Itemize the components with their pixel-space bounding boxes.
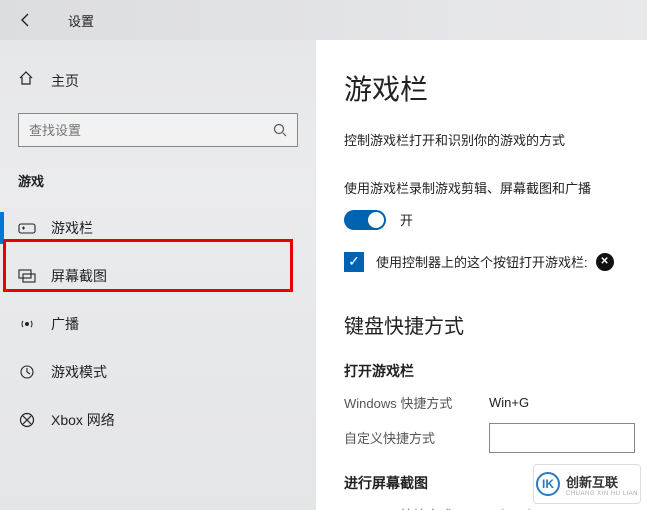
sidebar: 主页 游戏 游戏栏 屏幕截图 [0, 40, 316, 510]
sidebar-item-label: 游戏栏 [51, 218, 93, 238]
page-description: 控制游戏栏打开和识别你的游戏的方式 [344, 130, 647, 149]
shortcut-group-open: 打开游戏栏 Windows 快捷方式 Win+G 自定义快捷方式 [344, 361, 647, 453]
shortcuts-title: 键盘快捷方式 [344, 310, 647, 339]
sidebar-item-label: 广播 [51, 314, 79, 334]
shortcut-custom-input[interactable] [489, 423, 635, 453]
checkbox-label: 使用控制器上的这个按钮打开游戏栏: [376, 252, 614, 271]
back-button[interactable] [16, 10, 36, 30]
checkmark-icon: ✓ [348, 253, 360, 270]
shortcut-custom-label: 自定义快捷方式 [344, 428, 489, 447]
broadcast-icon [18, 316, 36, 332]
gamebar-icon [18, 221, 36, 235]
window-header: 设置 [0, 0, 647, 40]
watermark-badge: IK 创新互联 CHUANG XIN HU LIAN [533, 464, 641, 504]
controller-checkbox[interactable]: ✓ [344, 252, 364, 272]
sidebar-item-gamebar[interactable]: 游戏栏 [0, 204, 316, 252]
screenshot-icon [18, 269, 36, 283]
xbox-button-icon [596, 253, 614, 271]
watermark-subtext: CHUANG XIN HU LIAN [566, 491, 638, 497]
xbox-icon [18, 412, 36, 428]
shortcut-win-label: Windows 快捷方式 [344, 505, 489, 510]
sidebar-item-xbox[interactable]: Xbox 网络 [0, 396, 316, 444]
sidebar-item-label: 游戏模式 [51, 362, 107, 382]
shortcut-win-label: Windows 快捷方式 [344, 393, 489, 412]
sidebar-item-screenshot[interactable]: 屏幕截图 [0, 252, 316, 300]
shortcut-head: 打开游戏栏 [344, 361, 647, 381]
arrow-left-icon [18, 12, 34, 28]
sidebar-item-label: 屏幕截图 [51, 266, 107, 286]
search-icon [263, 122, 297, 138]
shortcut-win-value: Win+G [489, 395, 529, 410]
sidebar-item-gamemode[interactable]: 游戏模式 [0, 348, 316, 396]
watermark-logo-icon: IK [536, 472, 560, 496]
sidebar-section-head: 游戏 [0, 165, 316, 204]
search-input[interactable] [19, 123, 263, 138]
sidebar-item-label: Xbox 网络 [51, 410, 115, 430]
toggle-description: 使用游戏栏录制游戏剪辑、屏幕截图和广播 [344, 179, 647, 200]
search-box[interactable] [18, 113, 298, 147]
window-title: 设置 [68, 11, 94, 30]
gamebar-toggle[interactable] [344, 210, 386, 230]
sidebar-home-label: 主页 [51, 71, 79, 91]
gamemode-icon [18, 364, 36, 380]
content-pane: 游戏栏 控制游戏栏打开和识别你的游戏的方式 使用游戏栏录制游戏剪辑、屏幕截图和广… [316, 40, 647, 510]
page-title: 游戏栏 [344, 68, 647, 108]
sidebar-item-broadcast[interactable]: 广播 [0, 300, 316, 348]
home-icon [18, 70, 36, 91]
watermark-text: 创新互联 [566, 472, 638, 491]
sidebar-home[interactable]: 主页 [0, 60, 316, 101]
toggle-state-label: 开 [400, 210, 413, 229]
